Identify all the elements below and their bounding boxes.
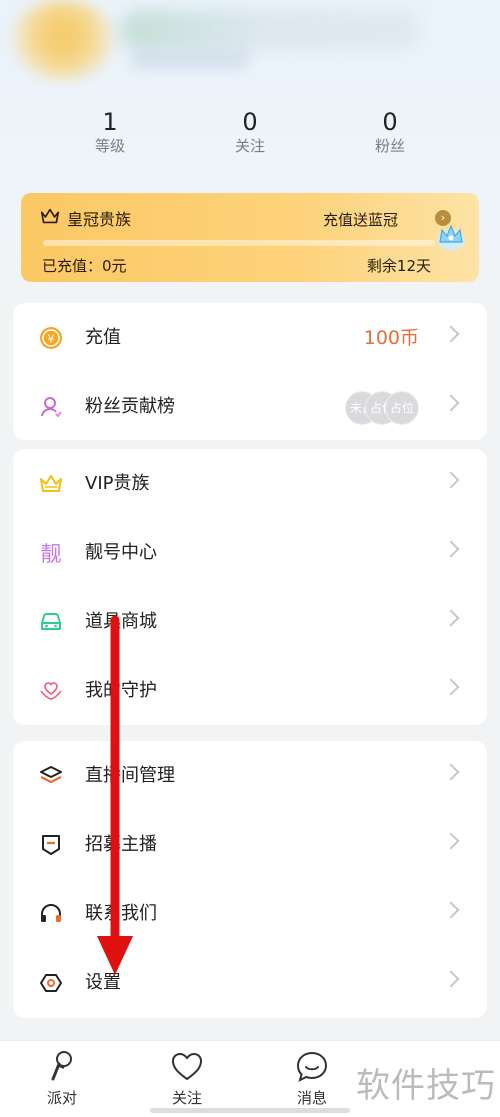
menu-item-label: 我的守护: [85, 680, 157, 701]
stat-level-value: 1: [102, 108, 118, 136]
crown-noble-card[interactable]: 皇冠贵族 充值送蓝冠 › 已充值：0元 剩余12天: [21, 193, 479, 282]
chat-smile-icon: [296, 1051, 328, 1082]
avatar[interactable]: [8, 0, 118, 80]
chevron-right-icon: [442, 540, 460, 558]
headphones-icon: [41, 903, 61, 922]
car-icon: [41, 613, 61, 630]
coin-balance: 100币: [363, 327, 419, 349]
menu-card-wallet: ¥ 充值 100币 粉丝贡献榜 未占 占位 占位: [13, 303, 487, 440]
menu-item-settings[interactable]: 设置: [13, 949, 487, 1017]
chevron-right-icon: [442, 901, 460, 919]
chevron-right-icon: [442, 678, 460, 696]
chevron-right-icon: [442, 609, 460, 627]
stat-fans[interactable]: 0 粉丝: [340, 108, 440, 156]
menu-item-prop-store[interactable]: 道具商城: [13, 588, 487, 656]
blurred-username: [120, 10, 420, 50]
vip-paid-amount: 已充值：0元: [42, 257, 127, 275]
tab-label: 关注: [171, 1089, 202, 1107]
liang-char-icon: 靓: [41, 542, 62, 566]
microphone-icon: [51, 1051, 72, 1081]
stat-following-value: 0: [242, 108, 258, 136]
chevron-right-icon: [442, 832, 460, 850]
tab-label: 消息: [296, 1089, 327, 1107]
chevron-right-icon: [442, 970, 460, 988]
menu-item-fan-ranking[interactable]: 粉丝贡献榜 未占 占位 占位: [13, 373, 487, 441]
menu-item-vip[interactable]: VIP贵族: [13, 450, 487, 518]
crown-icon: [40, 475, 62, 492]
tab-follow[interactable]: 关注: [142, 1049, 232, 1108]
menu-item-recharge[interactable]: ¥ 充值 100币: [13, 304, 487, 372]
stat-level-label: 等级: [94, 137, 125, 155]
top-fans-avatars: 未占 占位 占位: [345, 391, 419, 425]
menu-item-my-guardian[interactable]: 我的守护: [13, 657, 487, 725]
menu-item-recruit-host[interactable]: 招募主播: [13, 811, 487, 879]
hex-nut-icon: [40, 974, 62, 992]
profile-stats: 1 等级 0 关注 0 粉丝: [0, 108, 500, 160]
tab-label: 派对: [46, 1089, 77, 1107]
menu-item-label: 靓号中心: [85, 542, 157, 563]
tab-messages[interactable]: 消息: [267, 1049, 357, 1108]
fan-avatar-placeholder: 占位: [385, 391, 419, 425]
svg-text:靓: 靓: [41, 542, 62, 566]
layers-icon: [40, 766, 62, 784]
menu-item-label: 充值: [85, 327, 121, 348]
chevron-right-icon: [442, 471, 460, 489]
stat-level[interactable]: 1 等级: [60, 108, 160, 156]
stat-following-label: 关注: [234, 137, 265, 155]
menu-item-label: 设置: [85, 972, 121, 993]
stat-following[interactable]: 0 关注: [200, 108, 300, 156]
home-indicator: [150, 1108, 350, 1113]
vip-progress-bar: [43, 240, 435, 246]
chevron-right-icon: [442, 763, 460, 781]
watermark-text: 软件技巧: [356, 1066, 496, 1106]
menu-item-label: 招募主播: [85, 834, 157, 855]
yen-coin-icon: ¥: [40, 327, 62, 349]
menu-item-contact-us[interactable]: 联系我们: [13, 880, 487, 948]
menu-card-management: 直播间管理 招募主播 联系我们 设置: [13, 741, 487, 1018]
vip-promo-link[interactable]: 充值送蓝冠: [323, 209, 398, 230]
crown-outline-icon: [40, 208, 60, 224]
chevron-right-icon: [442, 394, 460, 412]
svg-text:¥: ¥: [48, 333, 55, 346]
vip-remaining-days: 剩余12天: [366, 257, 431, 275]
menu-item-label: 直播间管理: [85, 765, 175, 786]
menu-card-privileges: VIP贵族 靓 靓号中心 道具商城 我的守护: [13, 449, 487, 725]
badge-icon: [42, 835, 60, 855]
stat-fans-label: 粉丝: [374, 137, 405, 155]
fan-user-icon: [41, 397, 62, 418]
menu-item-label: 道具商城: [85, 611, 157, 632]
blurred-user-id: [130, 48, 250, 70]
vip-card-title: 皇冠贵族: [67, 210, 132, 229]
heart-icon: [171, 1052, 203, 1081]
heart-hands-icon: [40, 682, 62, 700]
menu-item-label: 联系我们: [85, 903, 157, 924]
menu-item-liang-center[interactable]: 靓 靓号中心: [13, 519, 487, 587]
menu-item-label: VIP贵族: [85, 473, 150, 494]
stat-fans-value: 0: [382, 108, 398, 136]
tab-party[interactable]: 派对: [17, 1049, 107, 1108]
chevron-right-icon: [442, 325, 460, 343]
menu-item-live-room-manage[interactable]: 直播间管理: [13, 742, 487, 810]
blue-crown-badge-icon: [437, 224, 465, 250]
menu-item-label: 粉丝贡献榜: [85, 396, 175, 417]
